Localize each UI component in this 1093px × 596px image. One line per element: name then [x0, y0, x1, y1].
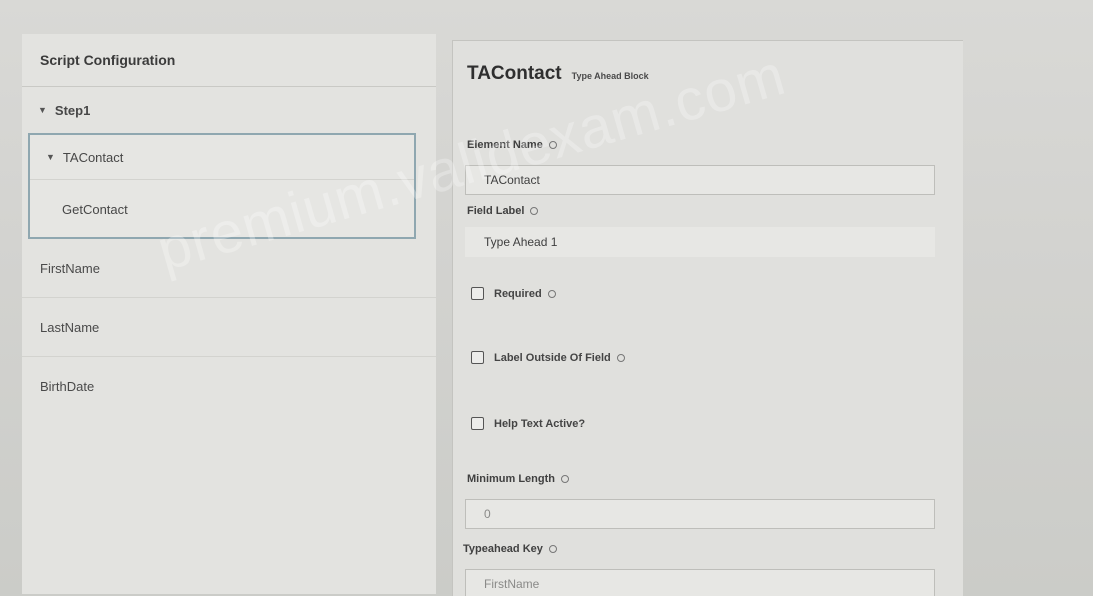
- field-label-label-text: Field Label: [467, 205, 525, 217]
- element-name-label: Element Name: [467, 139, 557, 151]
- field-label-label: Field Label: [467, 205, 539, 217]
- min-length-label-text: Minimum Length: [467, 473, 555, 485]
- help-text-checkbox[interactable]: [471, 417, 484, 430]
- min-length-input[interactable]: 0: [465, 499, 935, 529]
- help-text-checkbox-row[interactable]: Help Text Active?: [471, 417, 585, 430]
- label-outside-checkbox-row[interactable]: Label Outside Of Field: [471, 351, 625, 364]
- element-name-input[interactable]: TAContact: [465, 165, 935, 195]
- typeahead-key-label: Typeahead Key: [463, 543, 557, 555]
- tree-item-birthdate[interactable]: BirthDate: [22, 357, 436, 415]
- info-icon[interactable]: [548, 141, 557, 149]
- chevron-down-icon[interactable]: ▼: [46, 152, 55, 162]
- info-icon[interactable]: [561, 475, 569, 483]
- tree-item-lastname[interactable]: LastName: [22, 298, 436, 357]
- chevron-down-icon[interactable]: ▼: [38, 105, 47, 115]
- tree-item-firstname[interactable]: FirstName: [22, 239, 436, 298]
- selected-block-tacontact[interactable]: ▼ TAContact GetContact: [28, 133, 416, 239]
- info-icon[interactable]: [547, 289, 556, 298]
- label-outside-checkbox[interactable]: [471, 351, 484, 364]
- tree-item-step1[interactable]: ▼ Step1: [22, 87, 436, 133]
- step-label: Step1: [54, 102, 91, 118]
- block-label: TAContact: [62, 149, 124, 165]
- help-text-label: Help Text Active?: [494, 417, 586, 430]
- required-label: Required: [494, 287, 542, 300]
- info-icon[interactable]: [548, 545, 557, 553]
- min-length-value: 0: [484, 507, 491, 521]
- panel-header: Script Configuration: [22, 34, 436, 87]
- typeahead-key-label-text: Typeahead Key: [463, 543, 543, 555]
- tree-item-getcontact[interactable]: GetContact: [30, 180, 414, 238]
- min-length-label: Minimum Length: [467, 473, 569, 485]
- typeahead-key-value: FirstName: [484, 577, 540, 591]
- tree-item-tacontact[interactable]: ▼ TAContact: [30, 135, 414, 180]
- properties-title-row: TAContact Type Ahead Block: [467, 63, 649, 85]
- element-title: TAContact: [467, 63, 562, 84]
- field-label-input[interactable]: Type Ahead 1: [465, 227, 935, 257]
- label-outside-label: Label Outside Of Field: [494, 351, 611, 364]
- element-type: Type Ahead Block: [571, 71, 649, 81]
- element-name-value: TAContact: [484, 173, 540, 187]
- required-checkbox-row[interactable]: Required: [471, 287, 556, 300]
- typeahead-key-input[interactable]: FirstName: [465, 569, 935, 596]
- required-checkbox[interactable]: [471, 287, 484, 300]
- info-icon[interactable]: [616, 353, 625, 362]
- element-name-label-text: Element Name: [467, 139, 543, 151]
- field-label-value: Type Ahead 1: [484, 235, 558, 249]
- info-icon[interactable]: [530, 207, 539, 215]
- block-child-label: GetContact: [62, 201, 128, 217]
- script-configuration-panel: Script Configuration ▼ Step1 ▼ TAContact…: [22, 34, 436, 594]
- screen: Script Configuration ▼ Step1 ▼ TAContact…: [0, 0, 1093, 596]
- element-properties-panel: TAContact Type Ahead Block Element Name …: [452, 40, 963, 596]
